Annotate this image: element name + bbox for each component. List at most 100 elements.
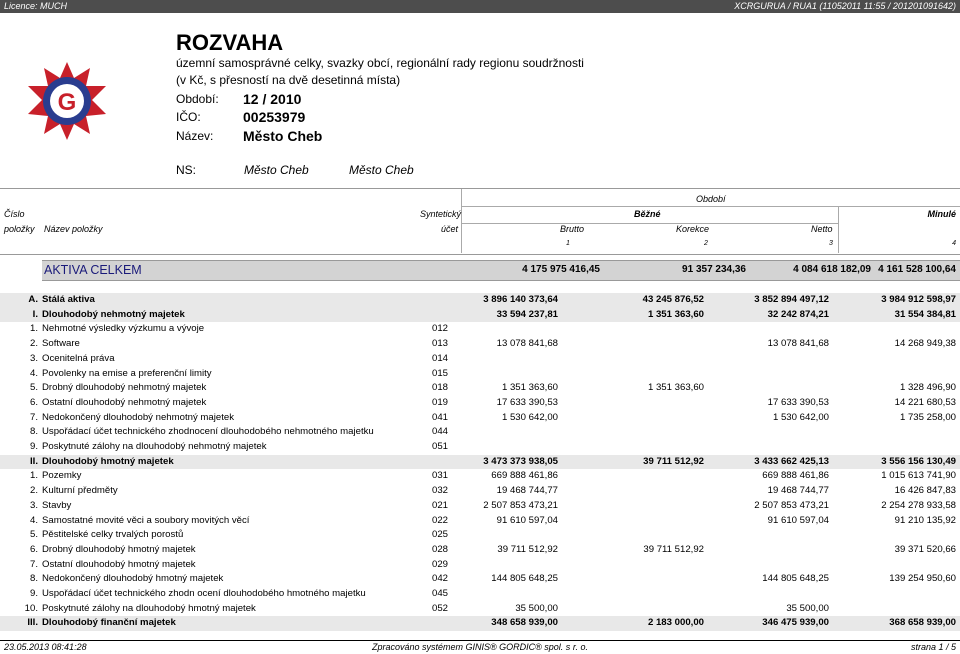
table-row: 4. Samostatné movité věci a soubory movit… (0, 514, 960, 529)
row-korekce: 2 183 000,00 (647, 617, 704, 629)
col-brutto: Brutto (560, 224, 585, 234)
ico-label: IČO: (176, 110, 201, 124)
col-korekce: Korekce (676, 224, 710, 234)
row-minule: 1 328 496,90 (899, 382, 956, 394)
row-name: Uspořádací účet technického zhodnocení d… (42, 426, 374, 438)
row-name: Poskytnuté zálohy na dlouhodobý nehmotný… (42, 441, 267, 452)
row-korekce: 39 711 512,92 (643, 455, 704, 467)
row-netto: 2 507 853 473,21 (754, 499, 829, 511)
row-ucet: 032 (432, 485, 449, 497)
row-brutto: 19 468 744,77 (496, 485, 558, 497)
row-minule: 16 426 847,83 (894, 485, 956, 497)
row-minule: 14 221 680,53 (894, 396, 956, 408)
row-netto: 3 433 662 425,13 (754, 455, 829, 467)
row-minule: 3 556 156 130,49 (881, 455, 956, 467)
row-name: Nedokončený dlouhodobý hmotný majetek (42, 573, 224, 585)
row-name: Stavby (42, 499, 72, 511)
top-header-bar: Licence: MUCH XCRGURUA / RUA1 (11052011 … (0, 0, 960, 13)
row-brutto: 17 633 390,53 (496, 396, 558, 408)
row-ucet: 021 (432, 499, 449, 511)
row-name: Stálá aktiva (42, 294, 95, 305)
table-row: 6. Ostatní dlouhodobý nehmotný majetek 019… (0, 396, 960, 411)
row-name: Povolenky na emise a preferenční limity (42, 367, 212, 379)
row-minule: 14 268 949,38 (894, 338, 956, 350)
row-brutto: 348 658 939,00 (491, 617, 558, 629)
footer-processed: Zpracováno systémem GINIS® GORDIC® spol.… (372, 642, 588, 652)
row-korekce: 39 711 512,92 (643, 543, 704, 555)
row-minule: 91 210 135,92 (894, 514, 956, 526)
col-num-4: 4 (952, 240, 956, 247)
row-netto: 13 078 841,68 (767, 338, 829, 350)
row-name: Uspořádací účet technického zhodn ocení … (42, 588, 366, 599)
row-name: Ocenitelná práva (42, 352, 115, 364)
row-mark: III. (27, 617, 38, 629)
row-mark: 2. (29, 338, 38, 350)
row-mark: II. (30, 455, 38, 467)
col-num-2: 2 (704, 240, 708, 247)
row-korekce: 1 351 363,60 (647, 308, 704, 320)
table-row: 5. Drobný dlouhodobý nehmotný majetek 018 1… (0, 381, 960, 396)
row-name: Drobný dlouhodobý hmotný majetek (42, 543, 196, 555)
table-row: 2. Software 013 13 078 841,68 13 078 841,68 1… (0, 337, 960, 352)
row-mark: 1. (29, 323, 38, 335)
row-brutto: 669 888 461,86 (491, 470, 558, 482)
row-mark: 7. (29, 411, 38, 423)
row-ucet: 015 (432, 367, 449, 379)
row-name: Pěstitelské celky trvalých porostů (42, 529, 184, 541)
table-row: 6. Drobný dlouhodobý hmotný majetek 028 39 … (0, 543, 960, 558)
row-mark: 3. (29, 499, 38, 511)
ico-value: 00253979 (243, 109, 306, 125)
col-synteticky: Syntetický (420, 209, 462, 219)
row-mark: 4. (29, 514, 38, 526)
row-brutto: 13 078 841,68 (496, 338, 558, 350)
table-row: 5. Pěstitelské celky trvalých porostů 025 (0, 528, 960, 543)
table-row: 9. Uspořádací účet technického zhodn ocen… (0, 587, 960, 602)
row-ucet: 018 (432, 382, 449, 394)
row-minule: 2 254 278 933,58 (881, 499, 956, 511)
col-minule: Minulé (927, 209, 957, 219)
col-bezne: Běžné (634, 209, 661, 219)
col-netto: Netto (811, 224, 833, 234)
nazev-label: Název: (176, 129, 214, 143)
row-mark: 4. (29, 367, 38, 379)
table-row: 7. Ostatní dlouhodobý hmotný majetek 029 (0, 558, 960, 573)
report-subtitle: územní samosprávné celky, svazky obcí, r… (176, 56, 584, 70)
row-brutto: 1 530 642,00 (501, 411, 558, 423)
table-row: 8. Uspořádací účet technického zhodnocení… (0, 425, 960, 440)
row-ucet: 031 (432, 470, 449, 482)
row-ucet: 028 (432, 543, 449, 555)
row-name: Dlouhodobý hmotný majetek (42, 455, 174, 467)
table-row: 9. Poskytnuté zálohy na dlouhodobý nehmot… (0, 440, 960, 455)
total-label: AKTIVA CELKEM (44, 263, 142, 277)
row-brutto: 91 610 597,04 (496, 514, 558, 526)
row-brutto: 39 711 512,92 (497, 543, 558, 555)
row-brutto: 3 473 373 938,05 (483, 455, 558, 467)
row-name: Nedokončený dlouhodobý nehmotný majetek (42, 411, 235, 423)
svg-text:G: G (58, 89, 77, 116)
row-name: Kulturní předměty (42, 485, 118, 497)
row-mark: 1. (29, 470, 38, 482)
row-mark: 6. (29, 543, 38, 555)
ns-label: NS: (176, 163, 197, 177)
row-netto: 91 610 597,04 (767, 514, 829, 526)
row-minule: 1 735 258,00 (899, 411, 956, 423)
row-netto: 3 852 894 497,12 (754, 294, 829, 305)
aktiva-celkem-row: AKTIVA CELKEM 4 175 975 416,45 91 357 23… (42, 260, 960, 281)
row-brutto: 35 500,00 (515, 602, 558, 614)
table-row: I. Dlouhodobý nehmotný majetek 33 594 237,… (0, 307, 960, 323)
row-ucet: 042 (432, 573, 449, 585)
row-ucet: 045 (432, 588, 449, 599)
row-brutto: 3 896 140 373,64 (483, 294, 558, 305)
row-ucet: 051 (432, 441, 449, 452)
row-ucet: 019 (432, 396, 449, 408)
col-ucet: účet (441, 224, 459, 234)
row-minule: 31 554 384,81 (894, 308, 956, 320)
row-ucet: 014 (432, 352, 449, 364)
row-name: Software (42, 338, 80, 350)
row-netto: 19 468 744,77 (767, 485, 829, 497)
row-mark: 8. (29, 426, 38, 438)
row-minule: 1 015 613 741,90 (881, 470, 956, 482)
row-name: Samostatné movité věci a soubory movitýc… (42, 514, 250, 526)
table-row: 4. Povolenky na emise a preferenční limit… (0, 367, 960, 382)
row-mark: 10. (24, 602, 38, 614)
